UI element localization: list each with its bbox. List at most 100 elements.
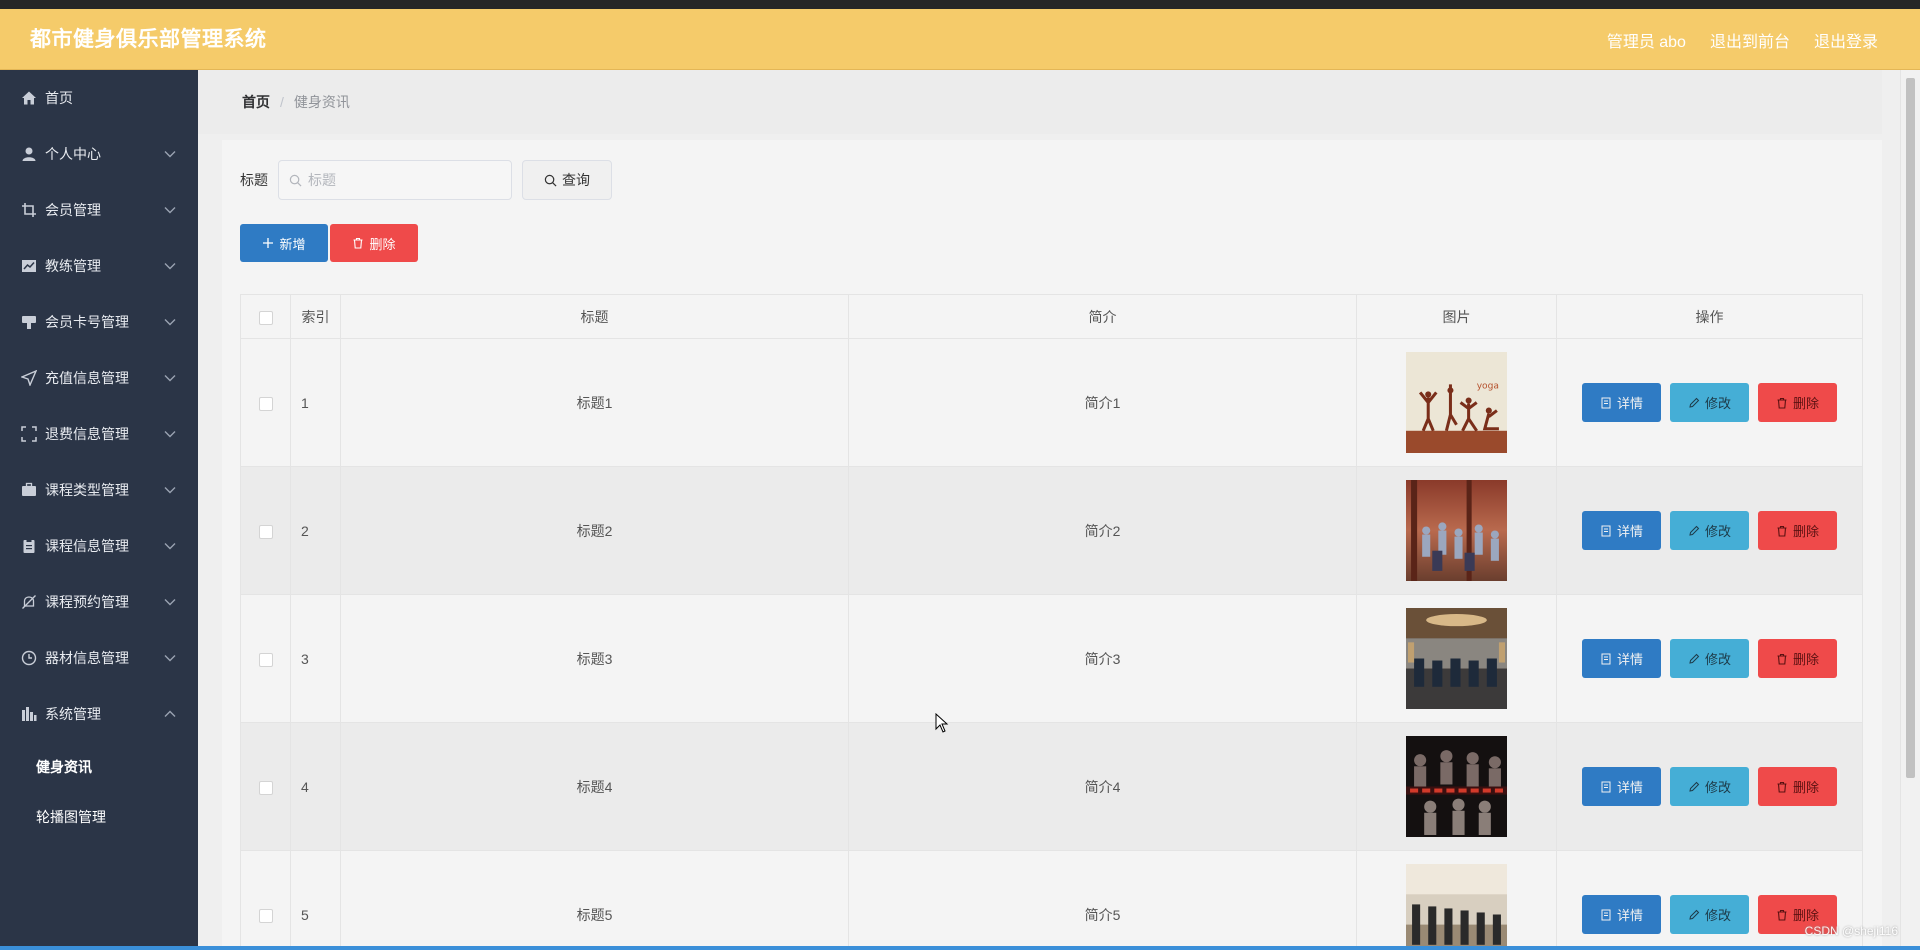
sidebar-subitem-label: 健身资讯 xyxy=(36,759,92,775)
treadmill-room-image xyxy=(1406,864,1507,950)
detail-button[interactable]: 详情 xyxy=(1582,895,1661,934)
delete-button[interactable]: 删除 xyxy=(1758,767,1837,806)
detail-button[interactable]: 详情 xyxy=(1582,639,1661,678)
row-index: 4 xyxy=(290,722,341,851)
sidebar: 首页 个人中心 会员管理 教练管理 会员卡号管理 充值信息管理 退费信息管理 课… xyxy=(0,70,198,950)
add-button[interactable]: 新增 xyxy=(240,224,328,262)
row-index: 5 xyxy=(290,850,341,950)
edit-button[interactable]: 修改 xyxy=(1670,639,1749,678)
sidebar-item-label: 课程预约管理 xyxy=(45,594,129,610)
page-scrollbar[interactable] xyxy=(1900,70,1920,950)
delete-button-label: 删除 xyxy=(1792,652,1819,667)
row-checkbox[interactable] xyxy=(258,652,273,667)
watermark: CSDN @sheji116 xyxy=(1804,924,1898,938)
search-input[interactable] xyxy=(308,172,498,188)
sidebar-item-coach[interactable]: 教练管理 xyxy=(0,238,198,294)
row-title: 标题4 xyxy=(340,722,849,851)
detail-button[interactable]: 详情 xyxy=(1582,767,1661,806)
column-header-intro: 简介 xyxy=(848,294,1357,339)
batch-delete-button[interactable]: 删除 xyxy=(330,224,418,262)
data-icon xyxy=(20,706,37,723)
edit-button[interactable]: 修改 xyxy=(1670,767,1749,806)
sidebar-item-course-type[interactable]: 课程类型管理 xyxy=(0,462,198,518)
pencil-icon xyxy=(1689,653,1700,664)
edit-button[interactable]: 修改 xyxy=(1670,895,1749,934)
sidebar-item-member[interactable]: 会员管理 xyxy=(0,182,198,238)
header-actions: 管理员 abo 退出到前台 退出登录 xyxy=(1607,9,1878,70)
top-header: 都市健身俱乐部管理系统 管理员 abo 退出到前台 退出登录 xyxy=(0,9,1920,70)
row-checkbox[interactable] xyxy=(258,396,273,411)
row-intro: 简介4 xyxy=(848,722,1357,851)
sidebar-item-label: 个人中心 xyxy=(45,146,101,162)
column-header-index: 索引 xyxy=(290,294,341,339)
delete-button[interactable]: 删除 xyxy=(1758,383,1837,422)
content-panel: 标题 查询 新增 删除 xyxy=(222,140,1882,950)
sidebar-item-label: 课程信息管理 xyxy=(45,538,129,554)
edit-button[interactable]: 修改 xyxy=(1670,511,1749,550)
breadcrumb-separator: / xyxy=(280,94,284,110)
search-input-wrapper[interactable] xyxy=(278,160,512,200)
breadcrumb-home[interactable]: 首页 xyxy=(242,92,270,112)
sidebar-item-member-card[interactable]: 会员卡号管理 xyxy=(0,294,198,350)
bell-off-icon xyxy=(20,594,37,611)
delete-button[interactable]: 删除 xyxy=(1758,639,1837,678)
sidebar-item-equipment[interactable]: 器材信息管理 xyxy=(0,630,198,686)
sidebar-item-refund[interactable]: 退费信息管理 xyxy=(0,406,198,462)
delete-button[interactable]: 删除 xyxy=(1758,511,1837,550)
sidebar-subitem-fitness-news[interactable]: 健身资讯 xyxy=(0,742,198,792)
row-title: 标题1 xyxy=(340,338,849,467)
sidebar-item-home[interactable]: 首页 xyxy=(0,70,198,126)
send-icon xyxy=(20,370,37,387)
column-header-title: 标题 xyxy=(340,294,849,339)
back-to-front-link[interactable]: 退出到前台 xyxy=(1710,28,1790,52)
trash-icon xyxy=(1777,397,1787,409)
crop-icon xyxy=(20,202,37,219)
detail-button[interactable]: 详情 xyxy=(1582,511,1661,550)
table-row: 2 标题2 简介2 详情 修改 删除 xyxy=(240,466,1863,595)
delete-button-label: 删除 xyxy=(1792,524,1819,539)
plus-icon xyxy=(263,238,274,248)
row-actions: 详情 修改 删除 xyxy=(1557,767,1862,806)
row-actions: 详情 修改 删除 xyxy=(1557,383,1862,422)
edit-button-label: 修改 xyxy=(1704,652,1731,667)
query-button-label: 查询 xyxy=(562,172,590,188)
home-icon xyxy=(20,90,37,107)
sidebar-item-label: 会员卡号管理 xyxy=(45,314,129,330)
chevron-down-icon xyxy=(164,263,176,270)
app-title: 都市健身俱乐部管理系统 xyxy=(30,28,267,51)
pencil-icon xyxy=(1689,781,1700,792)
sidebar-subitem-carousel[interactable]: 轮播图管理 xyxy=(0,792,198,842)
sidebar-item-system[interactable]: 系统管理 xyxy=(0,686,198,742)
row-checkbox[interactable] xyxy=(258,780,273,795)
trash-icon xyxy=(1777,653,1787,665)
logout-link[interactable]: 退出登录 xyxy=(1814,28,1878,52)
scrollbar-thumb[interactable] xyxy=(1906,78,1915,778)
chevron-down-icon xyxy=(164,207,176,214)
document-icon xyxy=(1601,653,1611,664)
chevron-up-icon xyxy=(164,710,176,717)
sidebar-item-label: 充值信息管理 xyxy=(45,370,129,386)
search-label: 标题 xyxy=(240,172,268,188)
edit-button[interactable]: 修改 xyxy=(1670,383,1749,422)
detail-button-label: 详情 xyxy=(1616,652,1643,667)
row-checkbox[interactable] xyxy=(258,524,273,539)
select-all-checkbox[interactable] xyxy=(258,310,273,325)
sidebar-item-label: 会员管理 xyxy=(45,202,101,218)
column-header-ops: 操作 xyxy=(1556,294,1863,339)
gym-interior-image xyxy=(1406,608,1507,709)
query-button[interactable]: 查询 xyxy=(522,160,612,200)
sidebar-subitem-label: 轮播图管理 xyxy=(36,809,106,825)
delete-button-label: 删除 xyxy=(1792,396,1819,411)
sidebar-item-personal-center[interactable]: 个人中心 xyxy=(0,126,198,182)
detail-button[interactable]: 详情 xyxy=(1582,383,1661,422)
bottom-progress-bar xyxy=(0,946,1920,950)
user-icon xyxy=(20,146,37,163)
chevron-down-icon xyxy=(164,151,176,158)
sidebar-item-course-booking[interactable]: 课程预约管理 xyxy=(0,574,198,630)
briefcase-icon xyxy=(20,482,37,499)
sidebar-item-recharge[interactable]: 充值信息管理 xyxy=(0,350,198,406)
sidebar-item-course-info[interactable]: 课程信息管理 xyxy=(0,518,198,574)
row-checkbox[interactable] xyxy=(258,908,273,923)
detail-button-label: 详情 xyxy=(1616,524,1643,539)
add-button-label: 新增 xyxy=(279,236,306,252)
